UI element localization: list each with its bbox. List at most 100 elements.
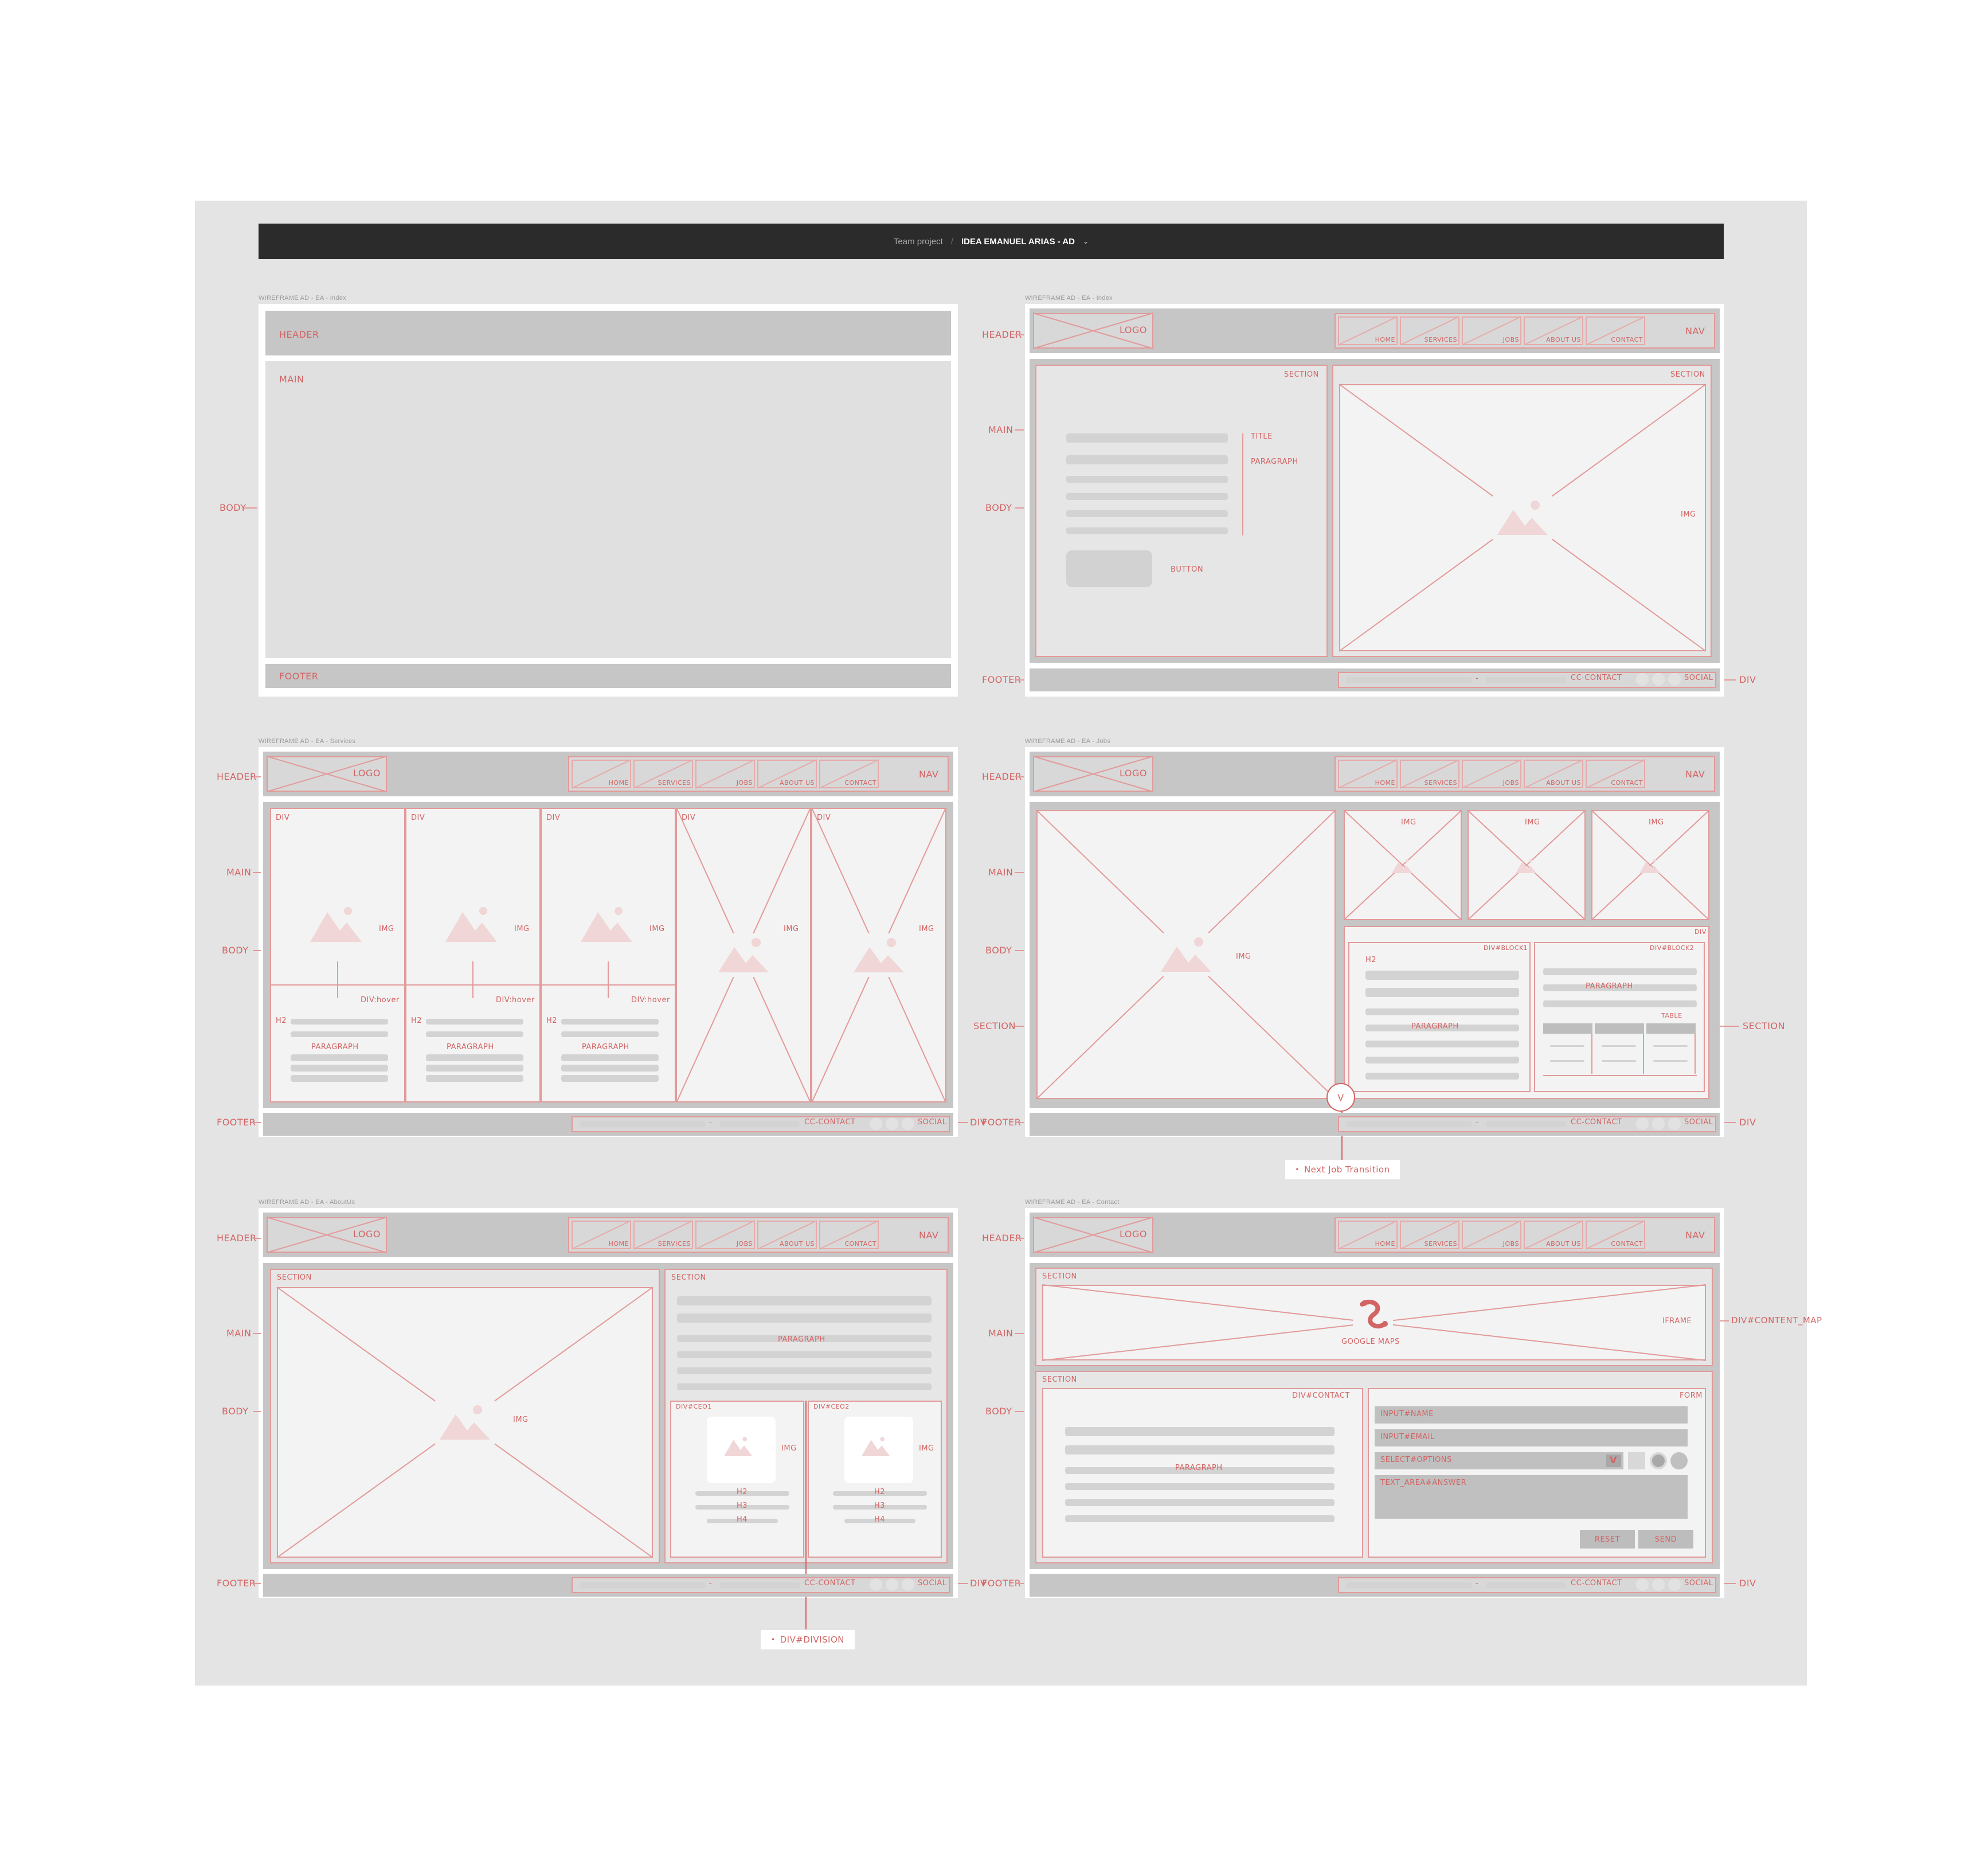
cnt-reset-button[interactable]: RESET — [1580, 1530, 1635, 1549]
abt-social-label: SOCIAL — [918, 1579, 947, 1588]
idx-footer-line — [1486, 677, 1566, 683]
abt-ceo2-img-label: IMG — [919, 1444, 934, 1453]
job-footer-line — [1486, 1121, 1566, 1127]
cnt-social-icon[interactable] — [1668, 1578, 1681, 1591]
idx-social-icon[interactable] — [1636, 673, 1649, 686]
cnt-send-button[interactable]: SEND — [1638, 1530, 1693, 1549]
annotation-tick — [1724, 1583, 1736, 1584]
srv-line — [426, 1065, 523, 1072]
srv-social-icon[interactable] — [902, 1117, 914, 1130]
srv-h2-label-2: H2 — [411, 1016, 422, 1025]
idx-button[interactable] — [1066, 550, 1152, 587]
abt-social-icon[interactable] — [870, 1578, 882, 1591]
job-table-col — [1595, 1034, 1644, 1074]
srv-footer-line — [580, 1121, 706, 1127]
index-header — [265, 311, 951, 355]
cnt-div-annotation: DIV — [1739, 1578, 1756, 1589]
srv-paragraph-label-3: PARAGRAPH — [582, 1043, 629, 1051]
job-table-header-cell — [1543, 1023, 1592, 1034]
abt-ceo1-label: DIV#CEO1 — [676, 1403, 712, 1410]
job-social-icon[interactable] — [1668, 1117, 1681, 1130]
abt-nav-label: NAV — [919, 1230, 939, 1241]
annotation-tick — [253, 1583, 261, 1584]
srv-social-icon[interactable] — [870, 1117, 882, 1130]
job-nav-label-jobs: JOBS — [1502, 779, 1519, 787]
job-main-annotation: MAIN — [988, 867, 1013, 878]
abt-ceo2-h3: H3 — [874, 1502, 886, 1510]
idx-para-line — [1066, 476, 1228, 483]
job-block1-line — [1365, 1073, 1519, 1080]
cnt-main-annotation: MAIN — [988, 1328, 1013, 1339]
cnt-iframe-label: IFRAME — [1662, 1317, 1692, 1325]
cnt-radio-2[interactable] — [1670, 1452, 1688, 1469]
job-nav-label: NAV — [1685, 769, 1705, 780]
idx-button-label: BUTTON — [1171, 565, 1204, 574]
div-division-tag[interactable]: • DIV#DIVISION — [761, 1630, 855, 1649]
next-job-transition-tag[interactable]: • Next Job Transition — [1285, 1160, 1400, 1179]
job-footer-dash: - — [1476, 1119, 1479, 1127]
cnt-line — [1065, 1445, 1335, 1454]
cnt-nav-label-services: SERVICES — [1424, 1240, 1457, 1248]
abt-social-icon[interactable] — [902, 1578, 914, 1591]
cnt-social-label: SOCIAL — [1684, 1579, 1713, 1588]
team-project-link[interactable]: Team project — [894, 237, 943, 247]
abt-ceo2-img-icon — [862, 1437, 890, 1456]
annotation-tick — [1015, 1122, 1024, 1123]
annotation-tick — [253, 1238, 261, 1239]
job-table-cell — [1653, 1060, 1688, 1062]
annotation-tick — [1015, 872, 1024, 873]
srv-nav-label-about-us: ABOUT US — [780, 779, 815, 787]
idx-social-label: SOCIAL — [1684, 674, 1713, 682]
job-footer-line — [1346, 1121, 1472, 1127]
srv-line — [561, 1065, 659, 1072]
project-name[interactable]: IDEA EMANUEL ARIAS - AD — [961, 237, 1075, 247]
srv-main-annotation: MAIN — [226, 867, 252, 878]
idx-footer-dash: - — [1476, 674, 1479, 683]
cnt-textarea-label: TEXT_AREA#ANSWER — [1380, 1479, 1467, 1487]
idx-img-label: IMG — [1681, 510, 1696, 519]
cnt-social-icon[interactable] — [1652, 1578, 1665, 1591]
cnt-line — [1065, 1483, 1335, 1490]
cnt-checkbox[interactable] — [1628, 1452, 1645, 1469]
idx-paragraph-label: PARAGRAPH — [1251, 458, 1298, 466]
srv-line — [426, 1054, 523, 1061]
cnt-select-chevron-icon: V — [1610, 1454, 1617, 1465]
cnt-line — [1065, 1499, 1335, 1506]
srv-social-icon[interactable] — [886, 1117, 898, 1130]
job-table-cell — [1602, 1045, 1636, 1047]
next-job-transition-label: Next Job Transition — [1304, 1164, 1390, 1175]
annotation-tick — [253, 1122, 261, 1123]
chevron-down-icon[interactable]: ⌄ — [1083, 237, 1089, 245]
annotation-tick — [1015, 1583, 1024, 1584]
idx-bracket — [1242, 433, 1243, 535]
job-nav-label-services: SERVICES — [1424, 779, 1457, 787]
idx-div-annotation: DIV — [1739, 674, 1756, 685]
abt-footer-line — [719, 1582, 800, 1588]
bullet-icon: • — [1295, 1166, 1300, 1174]
srv-line — [426, 1075, 523, 1082]
index-main-label: MAIN — [279, 374, 304, 385]
idx-logo-label: LOGO — [1120, 324, 1147, 335]
job-transition-toggle[interactable]: V — [1326, 1083, 1355, 1112]
idx-img-placeholder — [1339, 384, 1707, 652]
cnt-google-maps-label: GOOGLE MAPS — [1341, 1338, 1400, 1346]
cnt-input-name-label: INPUT#NAME — [1380, 1410, 1434, 1418]
abt-line — [677, 1313, 932, 1323]
idx-social-icon[interactable] — [1652, 673, 1665, 686]
cnt-radio-1[interactable] — [1650, 1452, 1667, 1469]
cnt-line — [1065, 1515, 1335, 1522]
annotation-tick — [253, 1333, 261, 1334]
job-social-icon[interactable] — [1636, 1117, 1649, 1130]
idx-para-line — [1066, 527, 1228, 534]
job-social-icon[interactable] — [1652, 1117, 1665, 1130]
idx-main-annotation: MAIN — [988, 424, 1013, 435]
cnt-section-label-2: SECTION — [1042, 1375, 1077, 1384]
cnt-social-icon[interactable] — [1636, 1578, 1649, 1591]
idx-social-icon[interactable] — [1668, 673, 1681, 686]
abt-social-icon[interactable] — [886, 1578, 898, 1591]
srv-div-hover-label-3: DIV:hover — [631, 996, 670, 1004]
abt-body-annotation: BODY — [222, 1406, 249, 1417]
srv-img-label-2: IMG — [514, 925, 530, 933]
project-title-bar: Team project / IDEA EMANUEL ARIAS - AD ⌄ — [259, 224, 1724, 259]
srv-paragraph-label-2: PARAGRAPH — [447, 1043, 494, 1051]
